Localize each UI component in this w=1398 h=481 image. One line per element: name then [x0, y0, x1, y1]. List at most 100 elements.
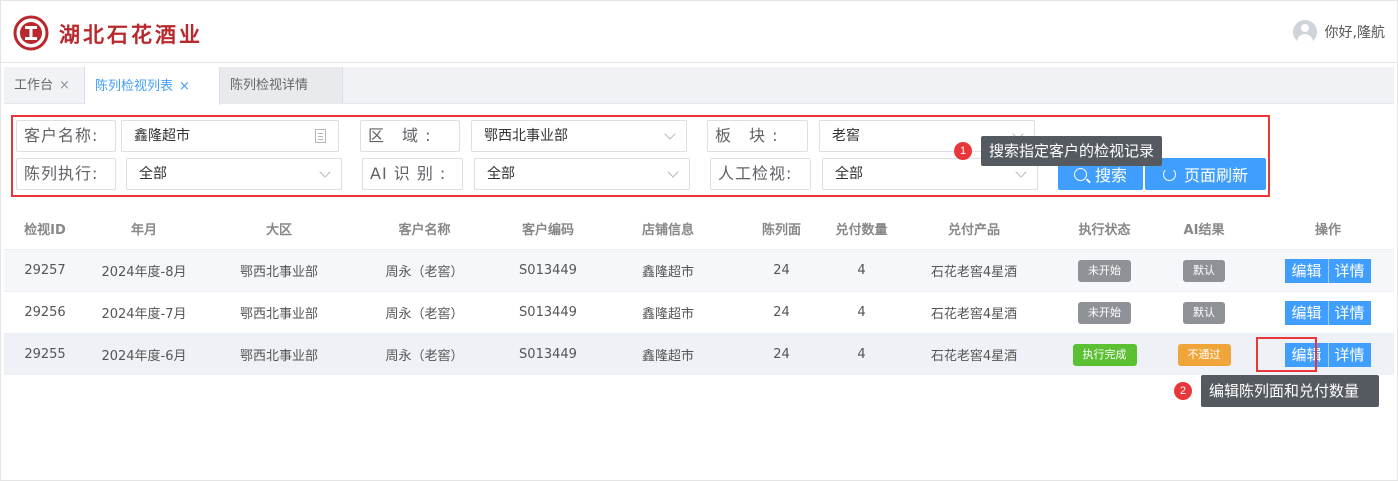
table-row: 29257 2024年度-8月 鄂西北事业部 周永（老窖） S013449 鑫隆… [4, 249, 1394, 291]
page-refresh-label: 页面刷新 [1183, 166, 1248, 185]
annotation-badge-1: 1 [954, 142, 972, 160]
cell-year-month: 2024年度-6月 [101, 349, 187, 364]
region-value: 鄂西北事业部 [484, 128, 568, 144]
cell-ai-result: 默认 [1154, 259, 1254, 282]
customer-name-input[interactable]: 鑫隆超市 [121, 120, 339, 152]
cell-customer-name: 周永（老窖） [385, 349, 464, 364]
manual-inspection-value: 全部 [835, 166, 863, 182]
tab-display-inspection-list[interactable]: 陈列检视列表 × [85, 67, 220, 105]
cell-customer-name: 周永（老窖） [385, 307, 464, 322]
brand-name: 湖北石花酒业 [59, 22, 203, 47]
chevron-down-icon [664, 128, 676, 140]
cell-store-info: 鑫隆超市 [641, 307, 694, 322]
chevron-down-icon [667, 166, 679, 178]
customer-name-label: 客户名称: [16, 120, 116, 152]
edit-button[interactable]: 编辑 [1285, 258, 1328, 283]
ai-recognition-value: 全部 [487, 166, 515, 182]
avatar-icon[interactable] [1292, 20, 1317, 44]
cell-store-info: 鑫隆超市 [641, 265, 694, 280]
row-actions: 编辑 详情 [1285, 258, 1371, 283]
cell-customer-code: S013449 [519, 347, 577, 362]
column-header: 大区 [265, 223, 292, 238]
tab-label: 陈列检视列表 [95, 78, 174, 94]
tab-display-inspection-detail[interactable]: 陈列检视详情 [220, 67, 343, 104]
column-header: 兑付数量 [835, 223, 888, 238]
manual-inspection-label: 人工检视: [710, 158, 811, 190]
column-header: 陈列面 [761, 223, 801, 238]
status-badge: 执行完成 [1072, 343, 1137, 366]
column-header: 店铺信息 [641, 223, 694, 238]
ai-result-badge: 默认 [1183, 301, 1225, 324]
cell-payout-product: 石花老窖4星酒 [930, 265, 1018, 280]
annotation-tooltip-1: 搜索指定客户的检视记录 [981, 136, 1163, 166]
table-row: 29256 2024年度-7月 鄂西北事业部 周永（老窖） S013449 鑫隆… [4, 291, 1394, 333]
cell-inspection-id: 29256 [24, 305, 66, 320]
document-icon[interactable] [315, 129, 326, 143]
cell-year-month: 2024年度-7月 [101, 307, 187, 322]
cell-region: 鄂西北事业部 [239, 307, 318, 322]
cell-customer-code: S013449 [519, 263, 577, 278]
cell-actions: 编辑 详情 [1254, 300, 1398, 325]
region-select[interactable]: 鄂西北事业部 [471, 120, 687, 152]
cell-actions: 编辑 详情 [1254, 258, 1398, 283]
company-logo-icon [13, 15, 49, 51]
table-header: 检视ID 年月 大区 客户名称 客户编码 店铺信息 陈列面 兑付数量 兑付产品 … [4, 208, 1394, 249]
cell-exec-status: 执行完成 [1055, 343, 1154, 366]
display-execution-label: 陈列执行: [16, 158, 116, 190]
block-label: 板 块 : [707, 120, 808, 152]
table-row: 29255 2024年度-6月 鄂西北事业部 周永（老窖） S013449 鑫隆… [4, 333, 1394, 375]
annotation-badge-2: 2 [1174, 382, 1192, 400]
column-header: 年月 [130, 223, 157, 238]
cell-customer-code: S013449 [519, 305, 577, 320]
detail-button[interactable]: 详情 [1327, 258, 1371, 283]
refresh-icon [1162, 167, 1176, 181]
detail-button[interactable]: 详情 [1327, 342, 1371, 367]
column-header: 兑付产品 [947, 223, 1000, 238]
cell-region: 鄂西北事业部 [239, 265, 318, 280]
ai-result-badge: 默认 [1183, 259, 1225, 282]
user-menu[interactable]: 你好,隆航 [1292, 20, 1385, 44]
status-badge: 未开始 [1078, 301, 1131, 324]
page-refresh-button[interactable]: 页面刷新 [1145, 158, 1266, 190]
column-header: 客户编码 [521, 223, 574, 238]
column-header: 执行状态 [1078, 223, 1131, 238]
ai-result-badge: 不通过 [1177, 343, 1231, 366]
detail-button[interactable]: 详情 [1327, 300, 1371, 325]
cell-payout-qty: 4 [857, 263, 866, 278]
column-header: AI结果 [1183, 223, 1225, 238]
column-header: 操作 [1314, 223, 1341, 238]
close-icon[interactable]: × [179, 68, 190, 105]
cell-region: 鄂西北事业部 [239, 349, 318, 364]
edit-button[interactable]: 编辑 [1285, 300, 1328, 325]
cell-exec-status: 未开始 [1055, 301, 1154, 324]
search-icon [1073, 167, 1087, 181]
region-label: 区 域 : [360, 120, 460, 152]
chevron-down-icon [319, 166, 331, 178]
annotation-tooltip-2: 编辑陈列面和兑付数量 [1201, 375, 1379, 407]
tab-strip: 工作台 × 陈列检视列表 × 陈列检视详情 [4, 67, 1394, 105]
cell-ai-result: 默认 [1154, 301, 1254, 324]
cell-payout-product: 石花老窖4星酒 [930, 307, 1018, 322]
cell-payout-qty: 4 [857, 305, 866, 320]
cell-display-faces: 24 [773, 305, 790, 320]
cell-customer-name: 周永（老窖） [385, 265, 464, 280]
edit-highlight-box [1256, 337, 1317, 372]
status-badge: 未开始 [1078, 259, 1131, 282]
cell-inspection-id: 29257 [24, 263, 66, 278]
cell-year-month: 2024年度-8月 [101, 265, 187, 280]
cell-store-info: 鑫隆超市 [641, 349, 694, 364]
customer-name-value: 鑫隆超市 [134, 128, 190, 144]
ai-recognition-label: AI 识 别 : [362, 158, 463, 190]
display-execution-select[interactable]: 全部 [126, 158, 342, 190]
tab-label: 工作台 [14, 78, 54, 93]
chevron-down-icon [1015, 166, 1027, 178]
tab-workbench[interactable]: 工作台 × [4, 67, 85, 104]
inspection-table: 检视ID 年月 大区 客户名称 客户编码 店铺信息 陈列面 兑付数量 兑付产品 … [4, 208, 1394, 375]
cell-ai-result: 不通过 [1154, 343, 1254, 366]
ai-recognition-select[interactable]: 全部 [474, 158, 690, 190]
column-header: 客户名称 [398, 223, 451, 238]
column-header: 检视ID [24, 223, 66, 238]
user-greeting[interactable]: 你好,隆航 [1325, 22, 1385, 42]
close-icon[interactable]: × [59, 67, 70, 104]
cell-display-faces: 24 [773, 263, 790, 278]
